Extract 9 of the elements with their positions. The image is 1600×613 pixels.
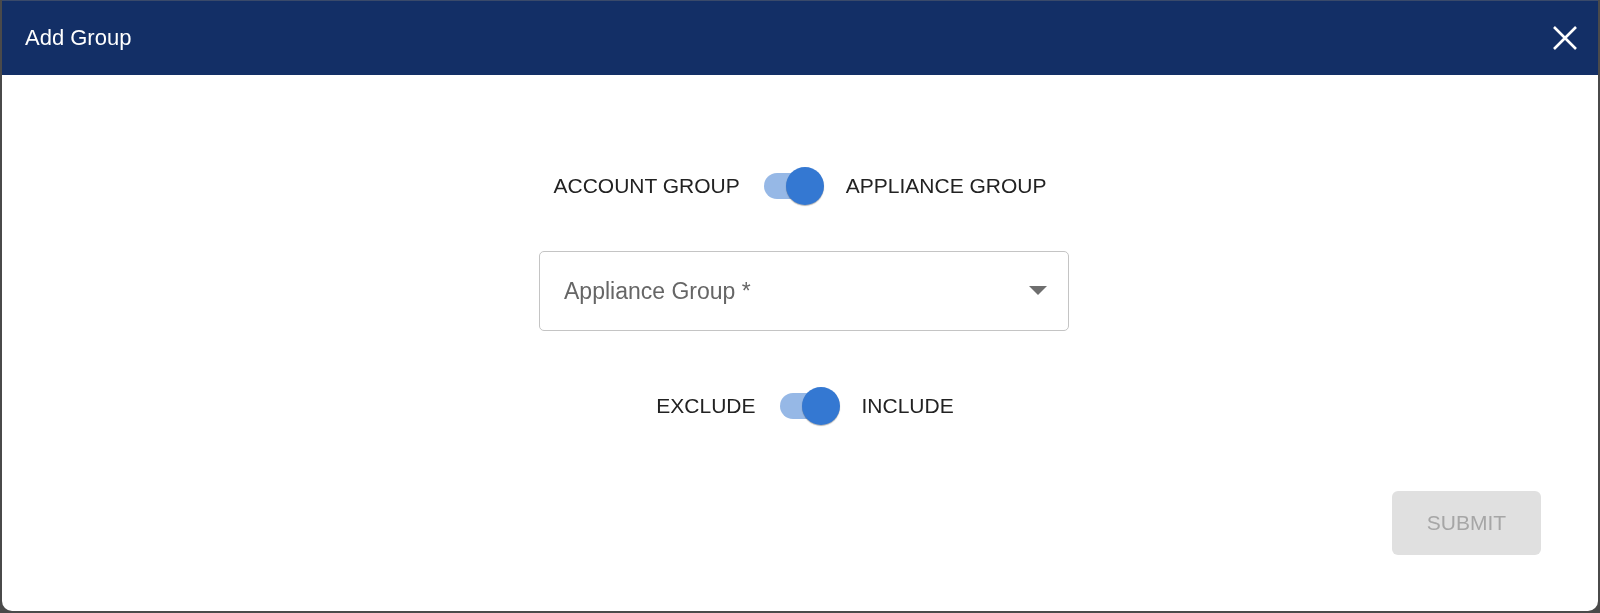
appliance-group-dropdown[interactable]: Appliance Group * xyxy=(539,251,1069,331)
switch-label: ACCOUNT GROUP xyxy=(553,174,740,198)
dropdown-caret-icon xyxy=(1029,286,1047,296)
switch-label: INCLUDE xyxy=(861,394,954,418)
switch-label: EXCLUDE xyxy=(656,394,756,418)
close-icon xyxy=(1552,25,1578,51)
dialog-title: Add Group xyxy=(25,25,132,51)
switch-label: APPLIANCE GROUP xyxy=(845,174,1047,198)
close-button[interactable] xyxy=(1552,25,1578,51)
